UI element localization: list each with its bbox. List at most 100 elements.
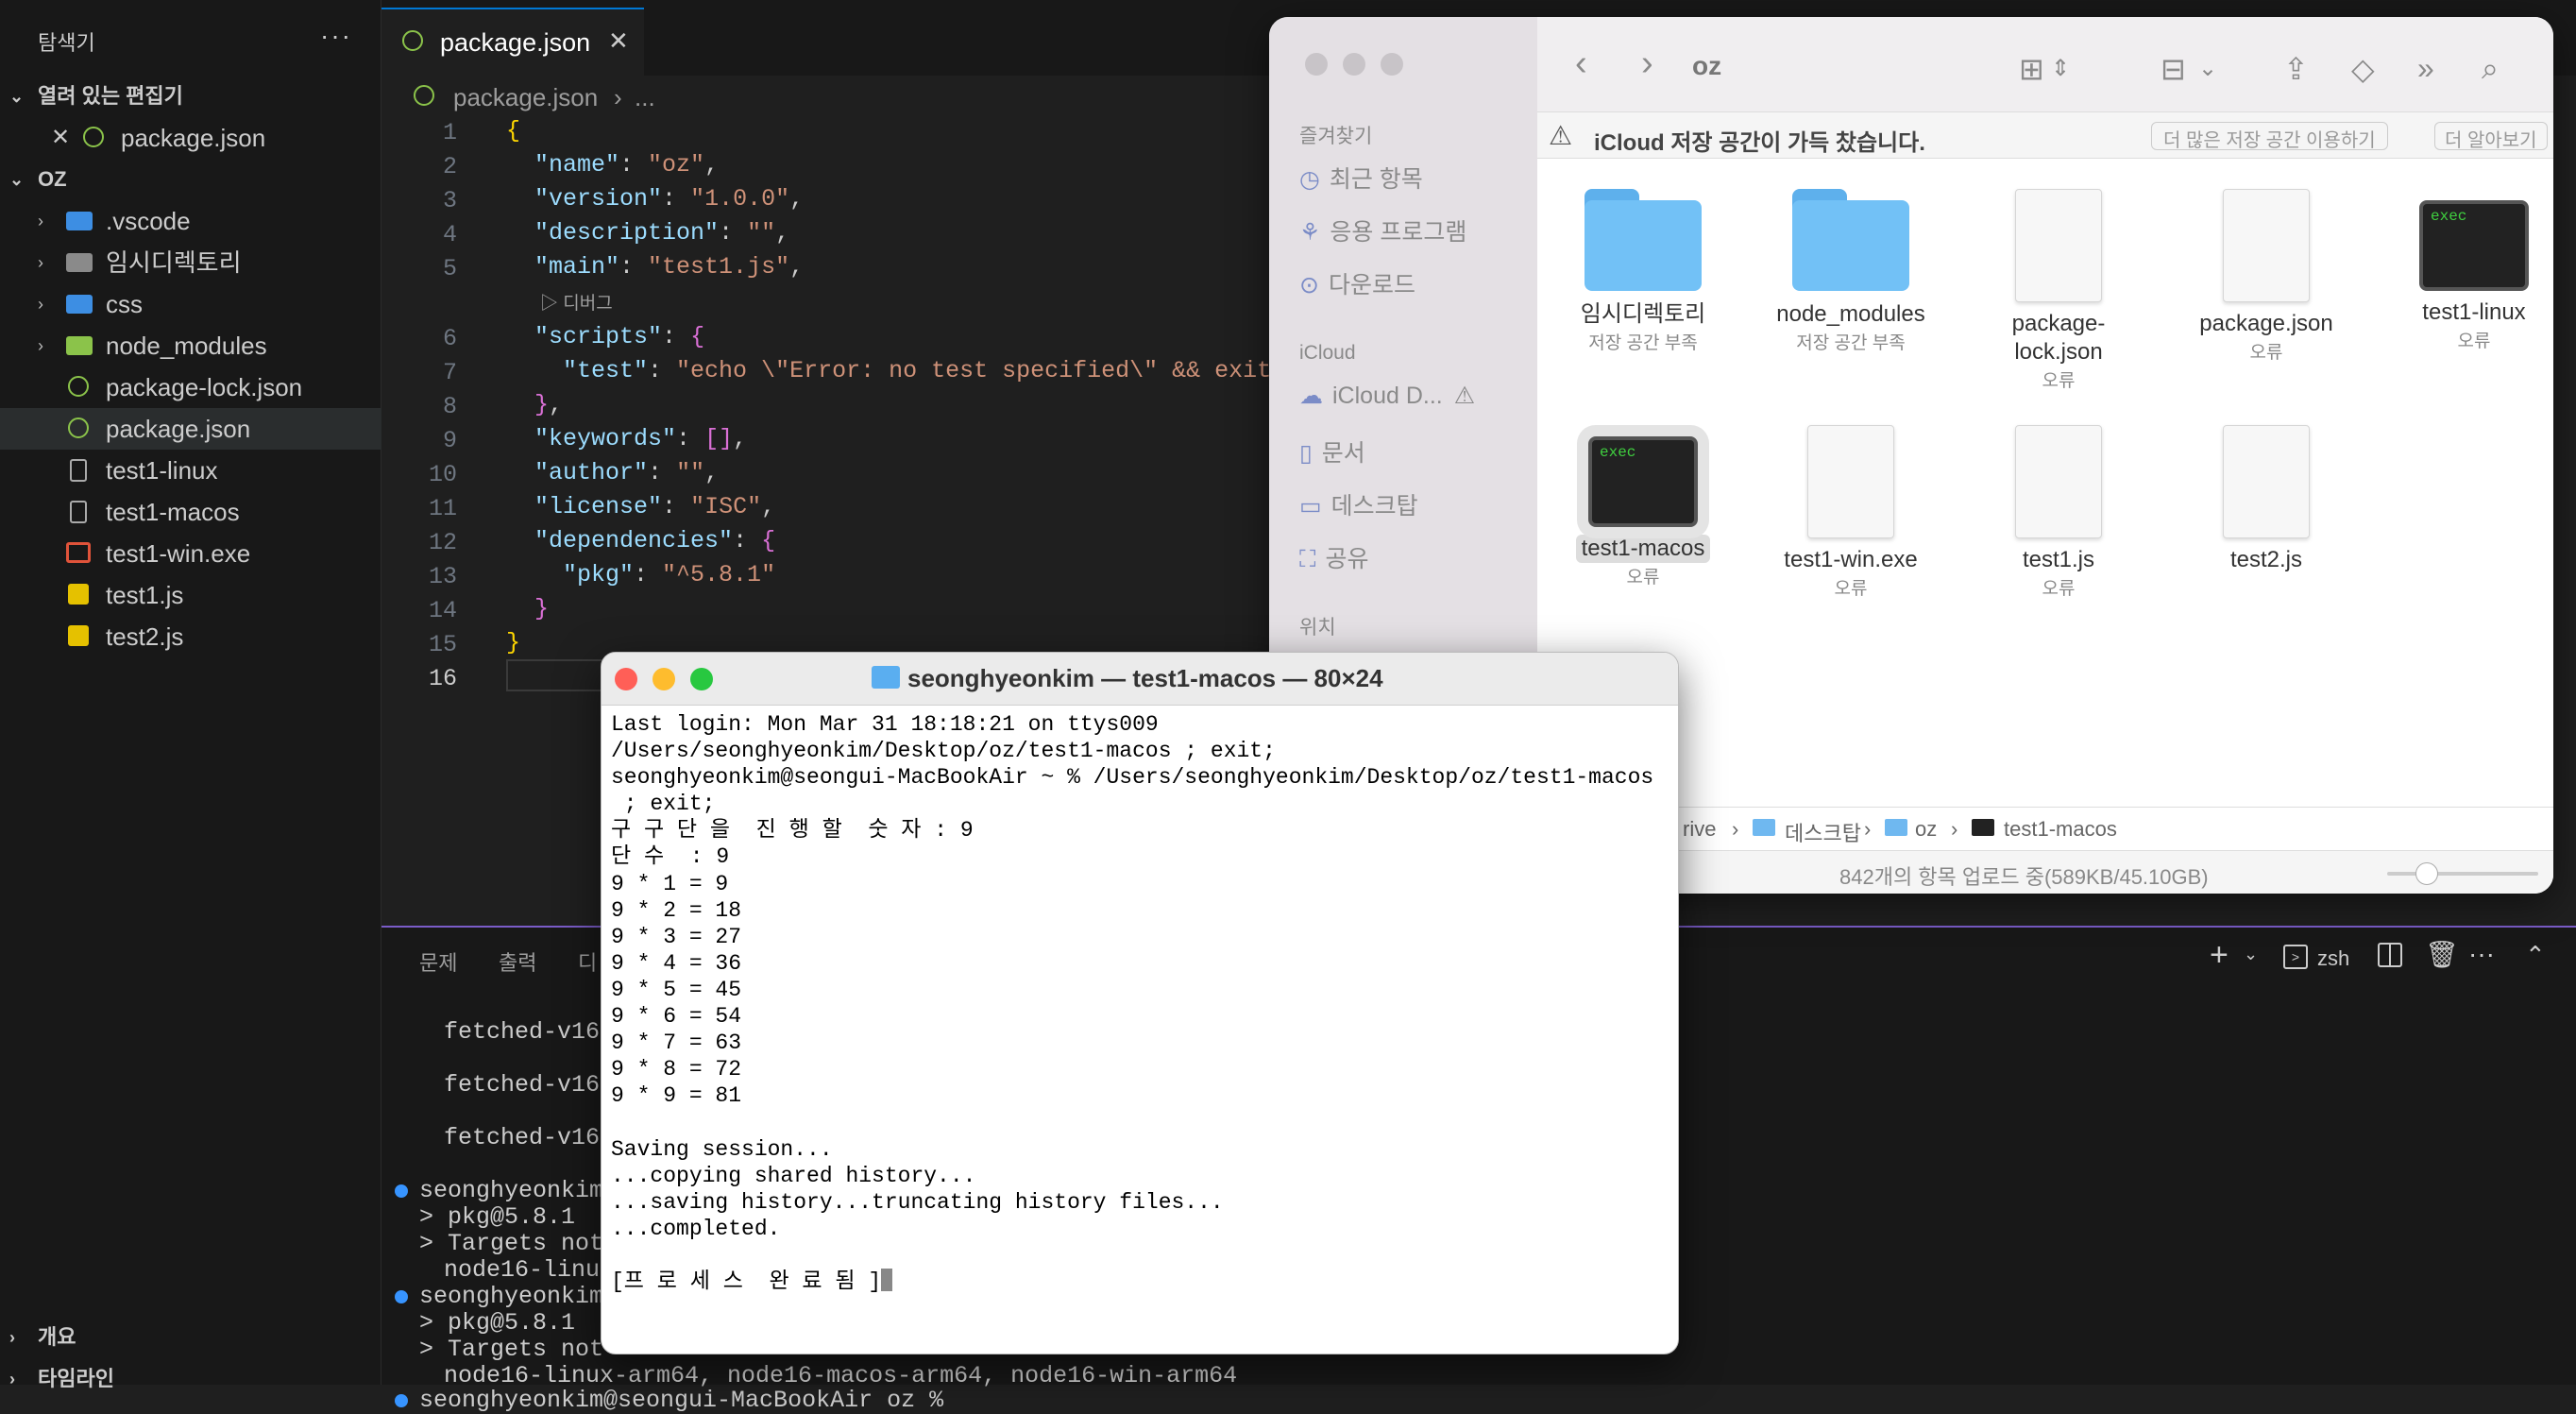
close-icon[interactable]: ✕: [608, 26, 629, 56]
sidebar-item-desktop[interactable]: ▭ 데스크탑: [1299, 487, 1418, 521]
terminal-line: > Targets not: [419, 1230, 604, 1257]
sidebar-item-documents[interactable]: ▯ 문서: [1299, 434, 1365, 468]
sidebar-item-downloads[interactable]: ⊙ 다운로드: [1299, 266, 1415, 300]
tree-item[interactable]: test2.js: [0, 616, 381, 657]
current-line-highlight: [506, 659, 610, 691]
more-toolbar-icon[interactable]: »: [2417, 51, 2434, 86]
close-window-button[interactable]: [615, 668, 637, 690]
exec-icon: exec: [1588, 436, 1698, 527]
tab-package-json[interactable]: package.json ✕: [381, 8, 644, 76]
line-number: 7: [442, 359, 457, 386]
tree-item[interactable]: package-lock.json: [0, 366, 381, 408]
more-storage-button[interactable]: 더 많은 저장 공간 이용하기: [2151, 122, 2388, 151]
tab-debug[interactable]: 디: [578, 946, 597, 977]
tree-item[interactable]: › node_modules: [0, 325, 381, 366]
warning-icon: ⚠: [1453, 383, 1476, 409]
file-item[interactable]: 임시디렉토리 저장 공간 부족: [1549, 189, 1737, 354]
outline-header[interactable]: › 개요: [0, 1319, 381, 1356]
tree-item[interactable]: test1-linux: [0, 450, 381, 491]
applications-icon: ⚘: [1299, 219, 1321, 246]
chevron-right-icon: ›: [38, 253, 43, 272]
file-item[interactable]: exec test1-macos 오류: [1549, 425, 1737, 588]
code-line: "name": "oz",: [534, 151, 720, 179]
breadcrumb-separator-icon: ›: [614, 83, 622, 111]
share-icon[interactable]: ⇪: [2283, 51, 2309, 87]
search-icon[interactable]: ⌕: [2482, 51, 2499, 87]
file-item[interactable]: package- lock.json 오류: [1964, 189, 2153, 392]
folder-root-header[interactable]: ⌄ OZ: [0, 161, 381, 198]
path-segment[interactable]: rive: [1683, 817, 1716, 842]
split-terminal-icon[interactable]: [2378, 943, 2402, 967]
sidebar-item-icloud-drive[interactable]: ☁ iCloud D... ⚠: [1299, 382, 1475, 410]
sidebar-item-applications[interactable]: ⚘ 응용 프로그램: [1299, 213, 1466, 247]
close-icon[interactable]: ✕: [51, 117, 70, 159]
more-actions-icon[interactable]: ···: [2468, 939, 2495, 969]
minimize-window-button[interactable]: [1343, 53, 1365, 76]
add-terminal-icon[interactable]: +: [2210, 937, 2229, 974]
file-icon: [70, 501, 87, 523]
trash-icon[interactable]: 🗑: [2425, 939, 2459, 970]
file-name: test1-macos: [1549, 535, 1737, 563]
chevron-right-icon: ›: [38, 295, 43, 314]
open-editor-item[interactable]: ✕ package.json: [0, 117, 381, 159]
maximize-panel-icon[interactable]: ⌃: [2525, 941, 2546, 970]
file-name: test1-win.exe: [1784, 547, 1918, 572]
zoom-slider[interactable]: [2387, 872, 2538, 876]
exec-icon: [1972, 819, 1994, 836]
tree-item-label: test1.js: [106, 581, 184, 609]
file-item[interactable]: test2.js: [2172, 425, 2361, 574]
more-actions-icon[interactable]: ···: [320, 21, 352, 51]
terminal-line: fetched-v16.: [444, 1018, 615, 1046]
file-item[interactable]: package.json 오류: [2172, 189, 2361, 364]
terminal-line: > pkg@5.8.1: [419, 1203, 576, 1231]
line-number: 13: [428, 563, 457, 590]
tree-item[interactable]: › css: [0, 283, 381, 325]
chevron-down-icon[interactable]: ⌄: [2198, 55, 2217, 82]
file-item[interactable]: node_modules 저장 공간 부족: [1756, 189, 1945, 354]
tree-item[interactable]: test1-win.exe: [0, 533, 381, 574]
breadcrumb-rest[interactable]: ...: [635, 83, 655, 112]
learn-more-button[interactable]: 더 알아보기: [2434, 122, 2548, 151]
line-number: 2: [442, 153, 457, 180]
file-item[interactable]: test1.js 오류: [1964, 425, 2153, 600]
zoom-slider-knob[interactable]: [2415, 862, 2438, 885]
terminal-output[interactable]: Last login: Mon Mar 31 18:18:21 on ttys0…: [611, 711, 1653, 1295]
tab-output[interactable]: 출력: [499, 946, 536, 977]
tree-item[interactable]: › .vscode: [0, 200, 381, 242]
file-status: 저장 공간 부족: [1588, 333, 1698, 353]
icon-view-icon[interactable]: ⊞: [2019, 51, 2044, 87]
minimize-window-button[interactable]: [652, 668, 675, 690]
file-item[interactable]: exec test1-linux 오류: [2380, 189, 2553, 352]
open-editors-header[interactable]: ⌄ 열려 있는 편집기: [0, 77, 381, 115]
timeline-header[interactable]: › 타임라인: [0, 1360, 381, 1398]
tree-item[interactable]: test1.js: [0, 574, 381, 616]
code-line: }: [534, 595, 550, 622]
tag-icon[interactable]: ◇: [2351, 51, 2375, 87]
breadcrumb-file[interactable]: package.json: [453, 83, 598, 112]
sidebar-item-recents[interactable]: ◷ 최근 항목: [1299, 161, 1423, 195]
sidebar-item-shared[interactable]: ⛶ 공유: [1299, 540, 1369, 574]
path-segment[interactable]: test1-macos: [2004, 817, 2117, 842]
file-name: package- lock.json: [2011, 311, 2106, 365]
code-line: }: [506, 629, 521, 656]
tree-item[interactable]: package.json: [0, 408, 381, 450]
chevron-down-icon[interactable]: ⌄: [2244, 945, 2258, 964]
debug-codelens[interactable]: ▷ 디버그: [540, 289, 613, 315]
tab-problems[interactable]: 문제: [419, 946, 457, 977]
back-icon[interactable]: ‹: [1575, 43, 1587, 84]
path-segment[interactable]: oz: [1915, 817, 1937, 842]
path-segment[interactable]: 데스크탑: [1785, 817, 1861, 847]
zoom-window-button[interactable]: [1381, 53, 1403, 76]
tree-item[interactable]: test1-macos: [0, 491, 381, 533]
group-icon[interactable]: ⊟: [2161, 51, 2186, 87]
forward-icon[interactable]: ›: [1641, 43, 1653, 84]
document-icon: [2223, 189, 2310, 302]
zoom-window-button[interactable]: [690, 668, 713, 690]
terminal-shell-label[interactable]: zsh: [2317, 946, 2349, 971]
tree-item[interactable]: › 임시디렉토리: [0, 242, 381, 283]
explorer-title: 탐색기: [38, 31, 95, 55]
file-item[interactable]: test1-win.exe 오류: [1756, 425, 1945, 600]
close-window-button[interactable]: [1305, 53, 1328, 76]
folder-icon: [1792, 189, 1909, 293]
download-icon: ⊙: [1299, 272, 1319, 298]
